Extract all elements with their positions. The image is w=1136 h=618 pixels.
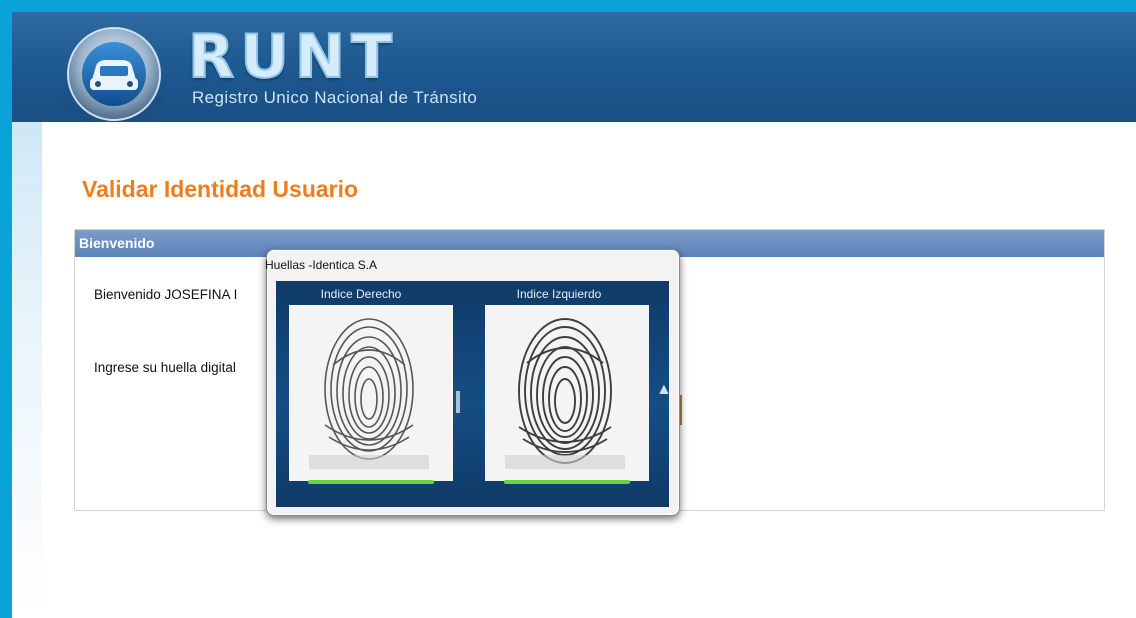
left-gutter: [12, 122, 42, 618]
dialog-body: Indice Derecho Indice Izquierdo ▲: [276, 281, 669, 507]
fingerprint-instruction: Ingrese su huella digital: [94, 360, 236, 375]
fingerprint-slot-left[interactable]: [485, 305, 649, 481]
separator-glyph: [456, 391, 460, 413]
finger-progress-left: [504, 480, 630, 484]
fingerprint-dialog[interactable]: Huellas -Identica S.A Indice Derecho Ind…: [265, 249, 680, 516]
dialog-title: Huellas -Identica S.A: [265, 258, 378, 272]
edge-glyph: ▲: [656, 381, 669, 398]
window-left-border: [0, 0, 12, 618]
car-badge-icon: [62, 27, 166, 121]
fingerprint-icon: [505, 318, 625, 469]
fingerprint-slot-right[interactable]: [289, 305, 453, 481]
logo-wordmark: RUNT: [187, 21, 399, 93]
finger-label-right: Indice Derecho: [320, 287, 402, 301]
app-header: RUNT Registro Unico Nacional de Tránsito: [12, 12, 1136, 122]
header-subtitle: Registro Unico Nacional de Tránsito: [192, 88, 478, 107]
page-title: Validar Identidad Usuario: [82, 176, 359, 202]
welcome-text: Bienvenido JOSEFINA I: [94, 287, 238, 302]
finger-label-left: Indice Izquierdo: [516, 287, 602, 301]
window-top-border: [0, 0, 1136, 12]
fingerprint-icon: [309, 318, 429, 469]
finger-progress-right: [308, 480, 434, 484]
